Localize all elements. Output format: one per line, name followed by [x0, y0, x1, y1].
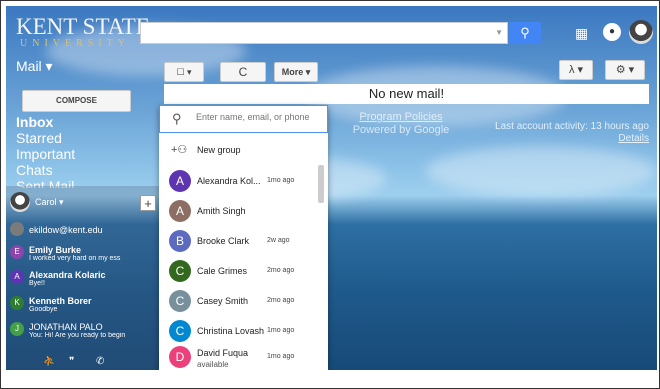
contact-last-message: Goodbye	[29, 306, 58, 313]
no-new-mail-message: No new mail!	[164, 84, 649, 104]
contact-avatar: D	[169, 346, 191, 368]
contact-item[interactable]: D David Fuqua available 1mo ago	[159, 344, 321, 370]
contact-item[interactable]: C Christina Lovash 1mo ago	[159, 318, 321, 344]
account-activity: Last account activity: 13 hours ago Deta…	[486, 121, 649, 145]
hangouts-user-name[interactable]: Carol ▾	[35, 197, 64, 208]
contact-name: Cale Grimes	[197, 266, 248, 276]
contact-status: available	[197, 360, 229, 369]
contact-name: Casey Smith	[197, 296, 249, 306]
bell-icon[interactable]: ●	[603, 23, 621, 41]
contact-item[interactable]: C Casey Smith 2mo ago	[159, 288, 321, 314]
contact-avatar	[10, 222, 24, 236]
select-checkbox-button[interactable]: ☐ ▾	[164, 62, 204, 82]
contact-name: Christina Lovash	[197, 326, 265, 336]
gmail-app: KENT STATE UNIVERSITY ▼ ⚲ ▦ ● Mail ▾ ☐ ▾…	[6, 6, 657, 370]
logo-line1: KENT STATE	[16, 14, 150, 39]
screenshot-frame: KENT STATE UNIVERSITY ▼ ⚲ ▦ ● Mail ▾ ☐ ▾…	[0, 0, 660, 389]
add-group-icon: +⚇	[171, 144, 188, 156]
folder-inbox[interactable]: Inbox	[16, 114, 75, 130]
contact-last-seen: 2mo ago	[267, 267, 295, 274]
contact-last-message: I worked very hard on my ess	[29, 255, 121, 262]
contact-search-box[interactable]: ⚲	[159, 105, 328, 133]
contact-avatar: A	[169, 170, 191, 192]
contact-search-input[interactable]	[196, 112, 322, 122]
contact-item[interactable]: B Brooke Clark 2w ago	[159, 228, 321, 254]
contact-last-message: You: Hi! Are you ready to begin	[29, 332, 126, 339]
search-icon: ⚲	[172, 111, 182, 126]
contact-avatar: E	[10, 245, 24, 259]
contact-avatar: K	[10, 296, 24, 310]
contact-name: JONATHAN PALO	[29, 322, 103, 332]
refresh-button[interactable]: C	[220, 62, 266, 82]
contact-item[interactable]: C Cale Grimes 2mo ago	[159, 258, 321, 284]
contact-name: ekildow@kent.edu	[29, 225, 103, 235]
contact-name: Brooke Clark	[197, 236, 250, 246]
settings-button[interactable]: ⚙ ▾	[605, 60, 645, 80]
contact-last-seen: 1mo ago	[267, 353, 295, 360]
contact-avatar: C	[169, 320, 191, 342]
kent-state-logo[interactable]: KENT STATE UNIVERSITY	[16, 14, 150, 49]
folder-important[interactable]: Important	[16, 146, 75, 162]
contact-avatar: J	[10, 322, 24, 336]
phone-icon[interactable]: ✆	[96, 356, 104, 367]
mail-menu[interactable]: Mail ▾	[16, 58, 53, 75]
contact-item[interactable]: A Alexandra Kol... 1mo ago	[159, 168, 321, 194]
contact-last-seen: 2w ago	[267, 237, 290, 244]
contact-avatar: B	[169, 230, 191, 252]
contact-last-seen: 2mo ago	[267, 297, 295, 304]
hangouts-bottom-bar: ⛹ ❞ ✆	[6, 356, 159, 370]
contact-last-seen: 1mo ago	[267, 177, 295, 184]
contact-name: Kenneth Borer	[29, 296, 92, 306]
new-conversation-dropdown: ⚲ +⚇ New group A Alexandra Kol... 1mo ag…	[159, 105, 328, 370]
contact-name: Alexandra Kolaric	[29, 270, 106, 280]
details-link[interactable]: Details	[486, 133, 649, 145]
contact-name: Amith Singh	[197, 206, 246, 216]
contact-name: Emily Burke	[29, 245, 82, 255]
mail-search-input[interactable]: ▼	[140, 22, 508, 44]
apps-grid-icon[interactable]: ▦	[575, 26, 589, 40]
dropdown-scrollbar[interactable]	[318, 165, 324, 203]
hangouts-icon[interactable]: ❞	[69, 356, 74, 367]
contact-avatar: A	[10, 270, 24, 284]
compose-button[interactable]: COMPOSE	[22, 90, 131, 112]
program-policies-link[interactable]: Program Policies	[336, 111, 466, 124]
contact-last-message: Bye!!	[29, 280, 45, 287]
hangouts-panel: Carol ▾ + ekildow@kent.edu E Emily Burke…	[6, 186, 159, 370]
folder-starred[interactable]: Starred	[16, 130, 75, 146]
new-conversation-button[interactable]: +	[140, 195, 156, 211]
input-tools-button[interactable]: λ ▾	[559, 60, 593, 80]
search-icon: ⚲	[520, 25, 530, 40]
person-icon[interactable]: ⛹	[43, 356, 55, 367]
center-footer: Program Policies Powered by Google	[336, 111, 466, 137]
hangouts-header: Carol ▾ +	[10, 192, 156, 214]
contact-avatar: C	[169, 260, 191, 282]
search-button[interactable]: ⚲	[509, 22, 541, 44]
account-avatar[interactable]	[629, 20, 653, 44]
activity-text: Last account activity: 13 hours ago	[495, 121, 649, 132]
logo-line2: UNIVERSITY	[20, 38, 130, 49]
folder-list: Inbox Starred Important Chats Sent Mail	[16, 114, 75, 188]
contact-avatar: C	[169, 290, 191, 312]
contact-avatar: A	[169, 200, 191, 222]
more-button[interactable]: More ▾	[274, 62, 318, 82]
new-group-item[interactable]: +⚇ New group	[159, 137, 321, 163]
search-options-chevron-icon[interactable]: ▼	[495, 28, 503, 37]
contact-name: David Fuqua	[197, 348, 249, 358]
powered-by-google: Powered by Google	[352, 124, 450, 136]
cloud-decoration	[426, 146, 656, 196]
contact-last-seen: 1mo ago	[267, 327, 295, 334]
new-group-label: New group	[197, 145, 241, 155]
folder-chats[interactable]: Chats	[16, 162, 75, 178]
contact-name: Alexandra Kol...	[197, 176, 261, 186]
contact-item[interactable]: A Amith Singh	[159, 198, 321, 224]
user-avatar[interactable]	[10, 192, 30, 212]
